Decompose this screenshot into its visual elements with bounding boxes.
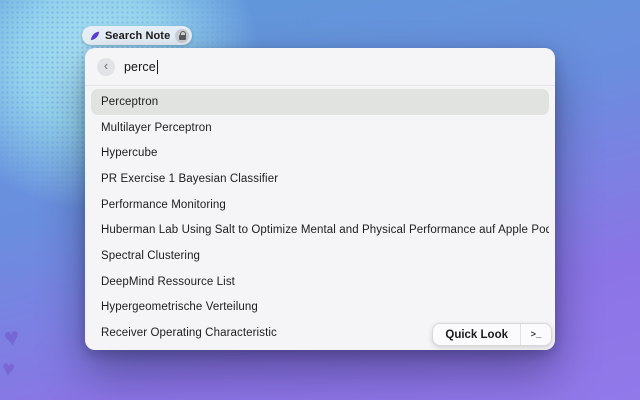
terminal-prompt-icon: >_	[530, 329, 542, 340]
back-button[interactable]: ‹	[97, 57, 115, 76]
launcher-pill-label: Search Note	[105, 29, 171, 42]
result-item[interactable]: Hypergeometrische Verteilung	[91, 295, 549, 321]
lock-icon	[178, 31, 187, 40]
result-item[interactable]: Huberman Lab Using Salt to Optimize Ment…	[91, 217, 549, 243]
lock-badge	[175, 28, 190, 43]
heart-decoration: ♥	[0, 355, 17, 382]
result-item[interactable]: Spectral Clustering	[91, 243, 549, 269]
result-item[interactable]: PR Exercise 1 Bayesian Classifier	[91, 166, 549, 192]
launcher-pill-search-note[interactable]: Search Note	[82, 26, 193, 45]
heart-decoration: ♥	[1, 321, 22, 353]
result-item[interactable]: Perceptron	[91, 89, 549, 115]
result-item-clipped[interactable]: Linear Regression on Handwash numbers	[91, 346, 549, 350]
action-button-group: Quick Look >_	[432, 323, 552, 346]
quill-icon	[90, 31, 100, 40]
result-item[interactable]: Hypercube	[91, 140, 549, 166]
search-note-panel: ‹ perce Perceptron Multilayer Perceptron…	[85, 48, 555, 350]
search-input[interactable]: perce	[124, 60, 156, 74]
chevron-left-icon: ‹	[103, 58, 109, 73]
result-item[interactable]: Multilayer Perceptron	[91, 115, 549, 141]
quick-look-label: Quick Look	[445, 328, 508, 341]
results-list: Perceptron Multilayer Perceptron Hypercu…	[85, 86, 555, 350]
text-caret	[156, 59, 158, 74]
terminal-button[interactable]: >_	[521, 324, 551, 345]
result-item[interactable]: DeepMind Ressource List	[91, 269, 549, 295]
search-bar: ‹ perce	[85, 48, 555, 86]
quick-look-button[interactable]: Quick Look	[433, 324, 520, 345]
result-item[interactable]: Performance Monitoring	[91, 192, 549, 218]
